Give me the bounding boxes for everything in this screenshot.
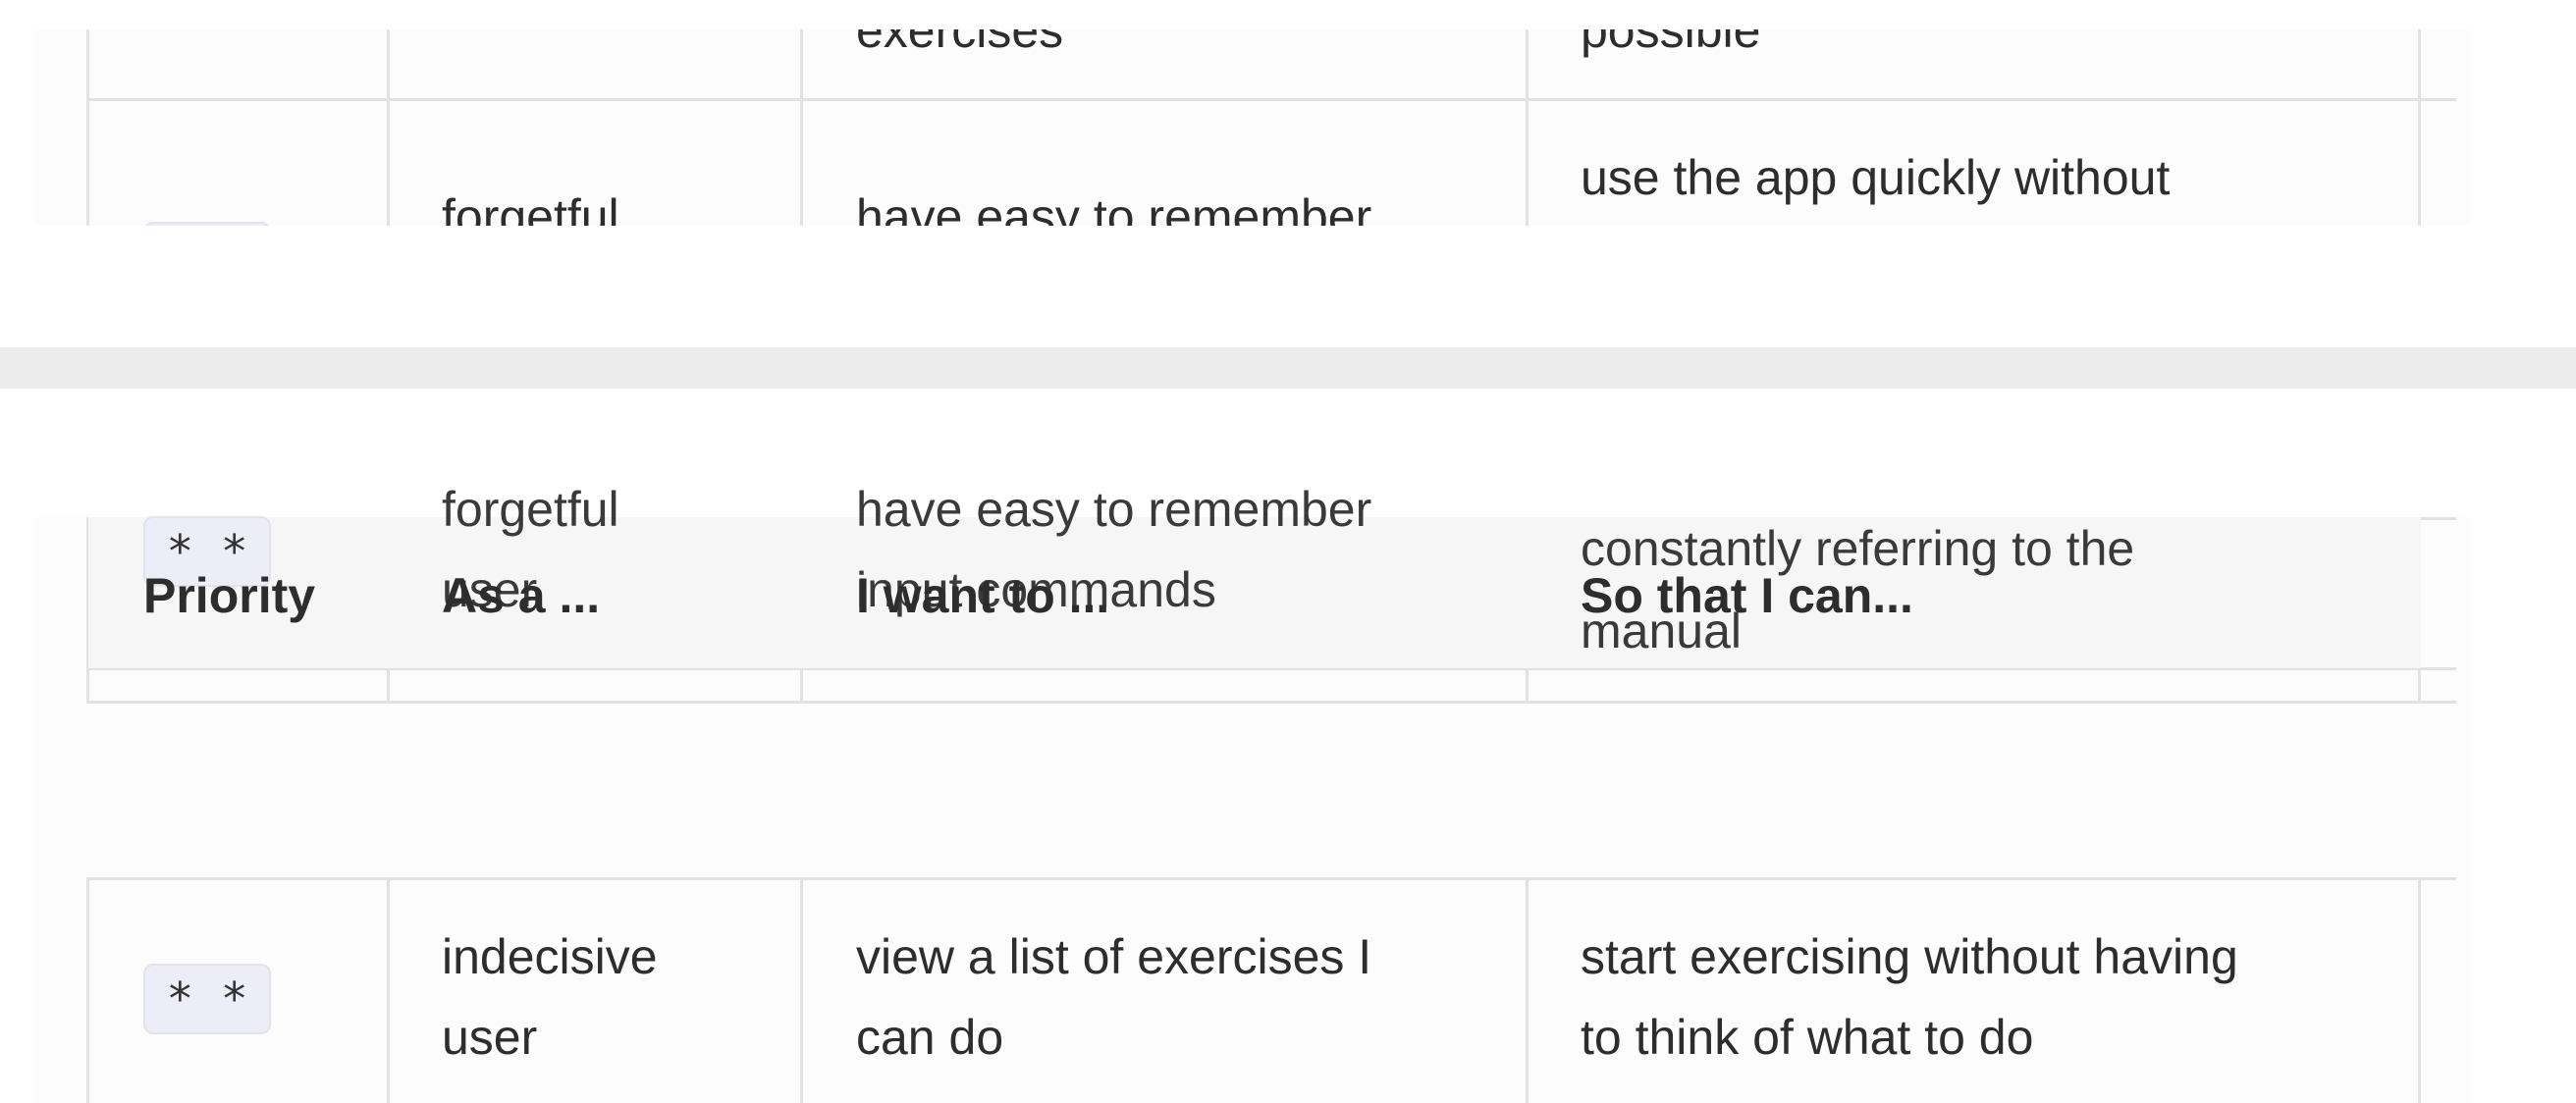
table-column-border — [387, 877, 390, 1103]
cell-so-line2: to think of what to do — [1581, 1010, 2034, 1065]
table-column-border — [2418, 29, 2421, 226]
table-row-border — [86, 701, 2456, 704]
cell-want: have easy to remember — [856, 189, 1372, 226]
scroll-divider — [0, 347, 2576, 389]
cell-so-line1: start exercising without having — [1581, 929, 2238, 984]
cell-want-tail: exercises — [856, 29, 1064, 58]
cell-as-a-line2: user — [442, 1010, 538, 1065]
table-column-border — [2418, 877, 2421, 1103]
cell-want-line1: view a list of exercises I — [856, 929, 1372, 984]
table-column-border — [1526, 877, 1529, 1103]
table-row-border — [86, 877, 2456, 880]
table-column-border — [1526, 29, 1529, 226]
table-row-border — [86, 98, 2456, 101]
cell-as-a: forgetful — [442, 189, 619, 226]
priority-chip — [143, 222, 271, 226]
table-column-border — [86, 29, 89, 226]
cell-want-line1: have easy to remember — [856, 482, 1372, 537]
cell-want-line2: can do — [856, 1010, 1004, 1065]
priority-chip: * * — [143, 964, 271, 1034]
header-so-that: So that I can... — [1581, 568, 1913, 623]
header-as-a: As a ... — [442, 568, 601, 623]
table-column-border — [800, 877, 803, 1103]
cell-as-a-line1: indecisive — [442, 929, 658, 984]
table-column-border — [800, 29, 803, 226]
cell-so-that: use the app quickly without — [1581, 150, 2171, 205]
table-column-border — [86, 877, 89, 1103]
table-fragment-top: exercises possible forgetful have easy t… — [35, 29, 2470, 226]
cell-as-a-line1: forgetful — [442, 482, 619, 537]
header-priority: Priority — [143, 568, 316, 623]
cell-so-tail: possible — [1581, 29, 1761, 58]
header-i-want: I want to ... — [856, 568, 1110, 623]
table-column-border — [387, 29, 390, 226]
